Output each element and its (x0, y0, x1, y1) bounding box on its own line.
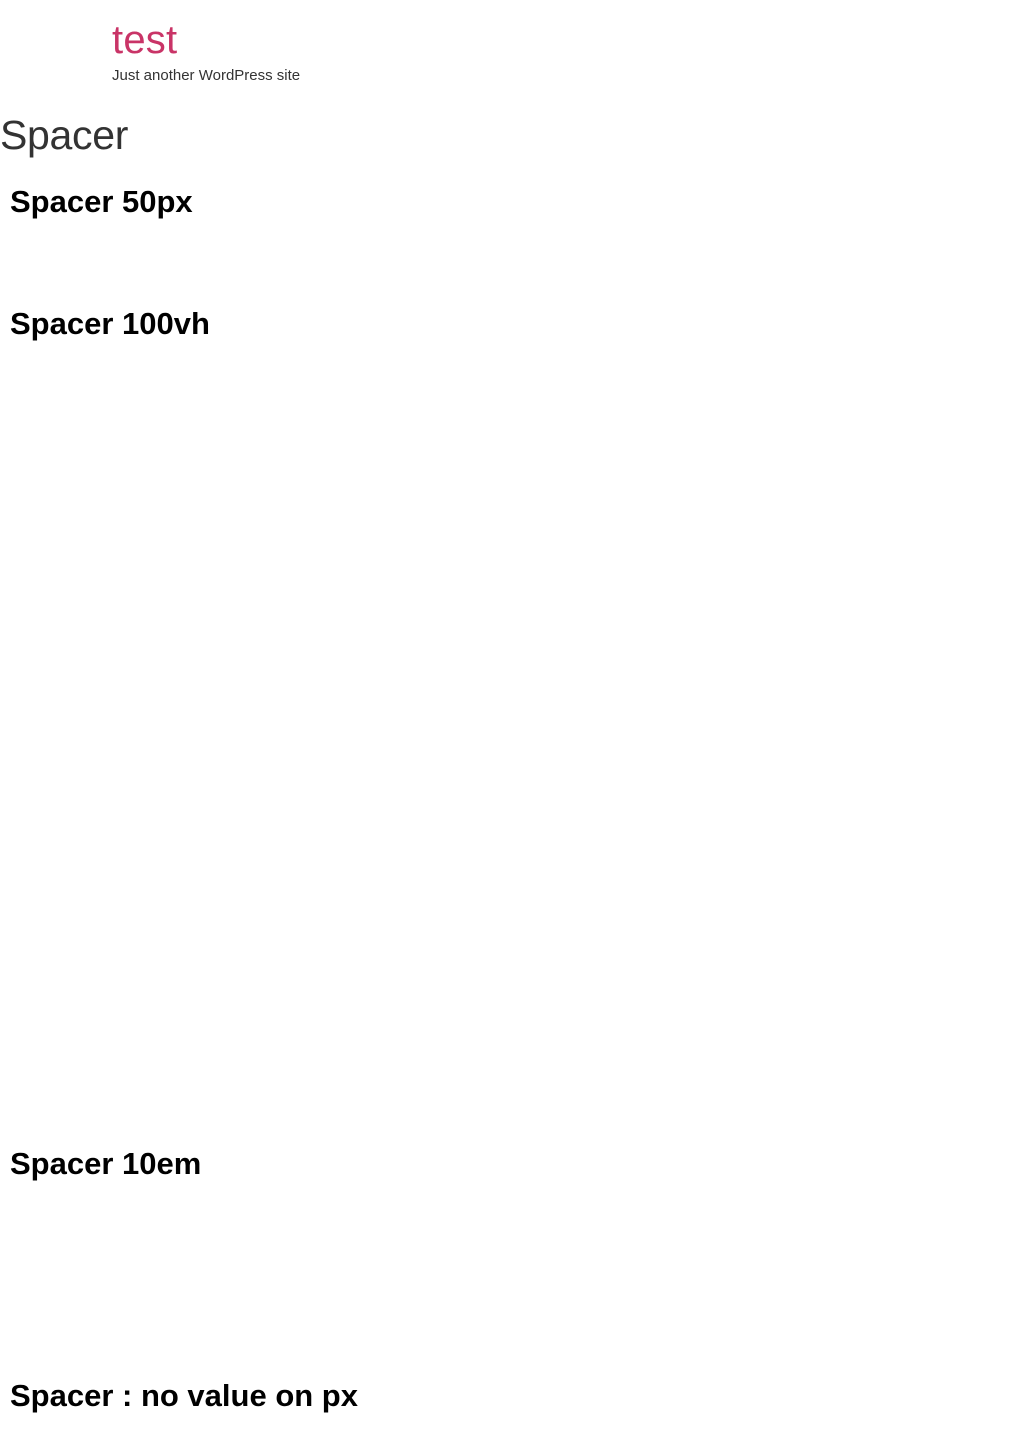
spacer-block (10, 225, 1014, 275)
site-title-link[interactable]: test (112, 14, 177, 66)
spacer-block (10, 347, 1014, 1115)
heading-spacer-50px: Spacer 50px (10, 184, 193, 219)
heading-spacer-no-value: Spacer : no value on px (10, 1378, 358, 1413)
page-title: Spacer (0, 112, 129, 158)
spacer-block (10, 1187, 1014, 1347)
site-tagline: Just another WordPress site (112, 67, 301, 84)
heading-spacer-10em: Spacer 10em (10, 1146, 202, 1181)
heading-spacer-100vh: Spacer 100vh (10, 306, 210, 341)
site-header: test Just another WordPress site (112, 14, 300, 84)
